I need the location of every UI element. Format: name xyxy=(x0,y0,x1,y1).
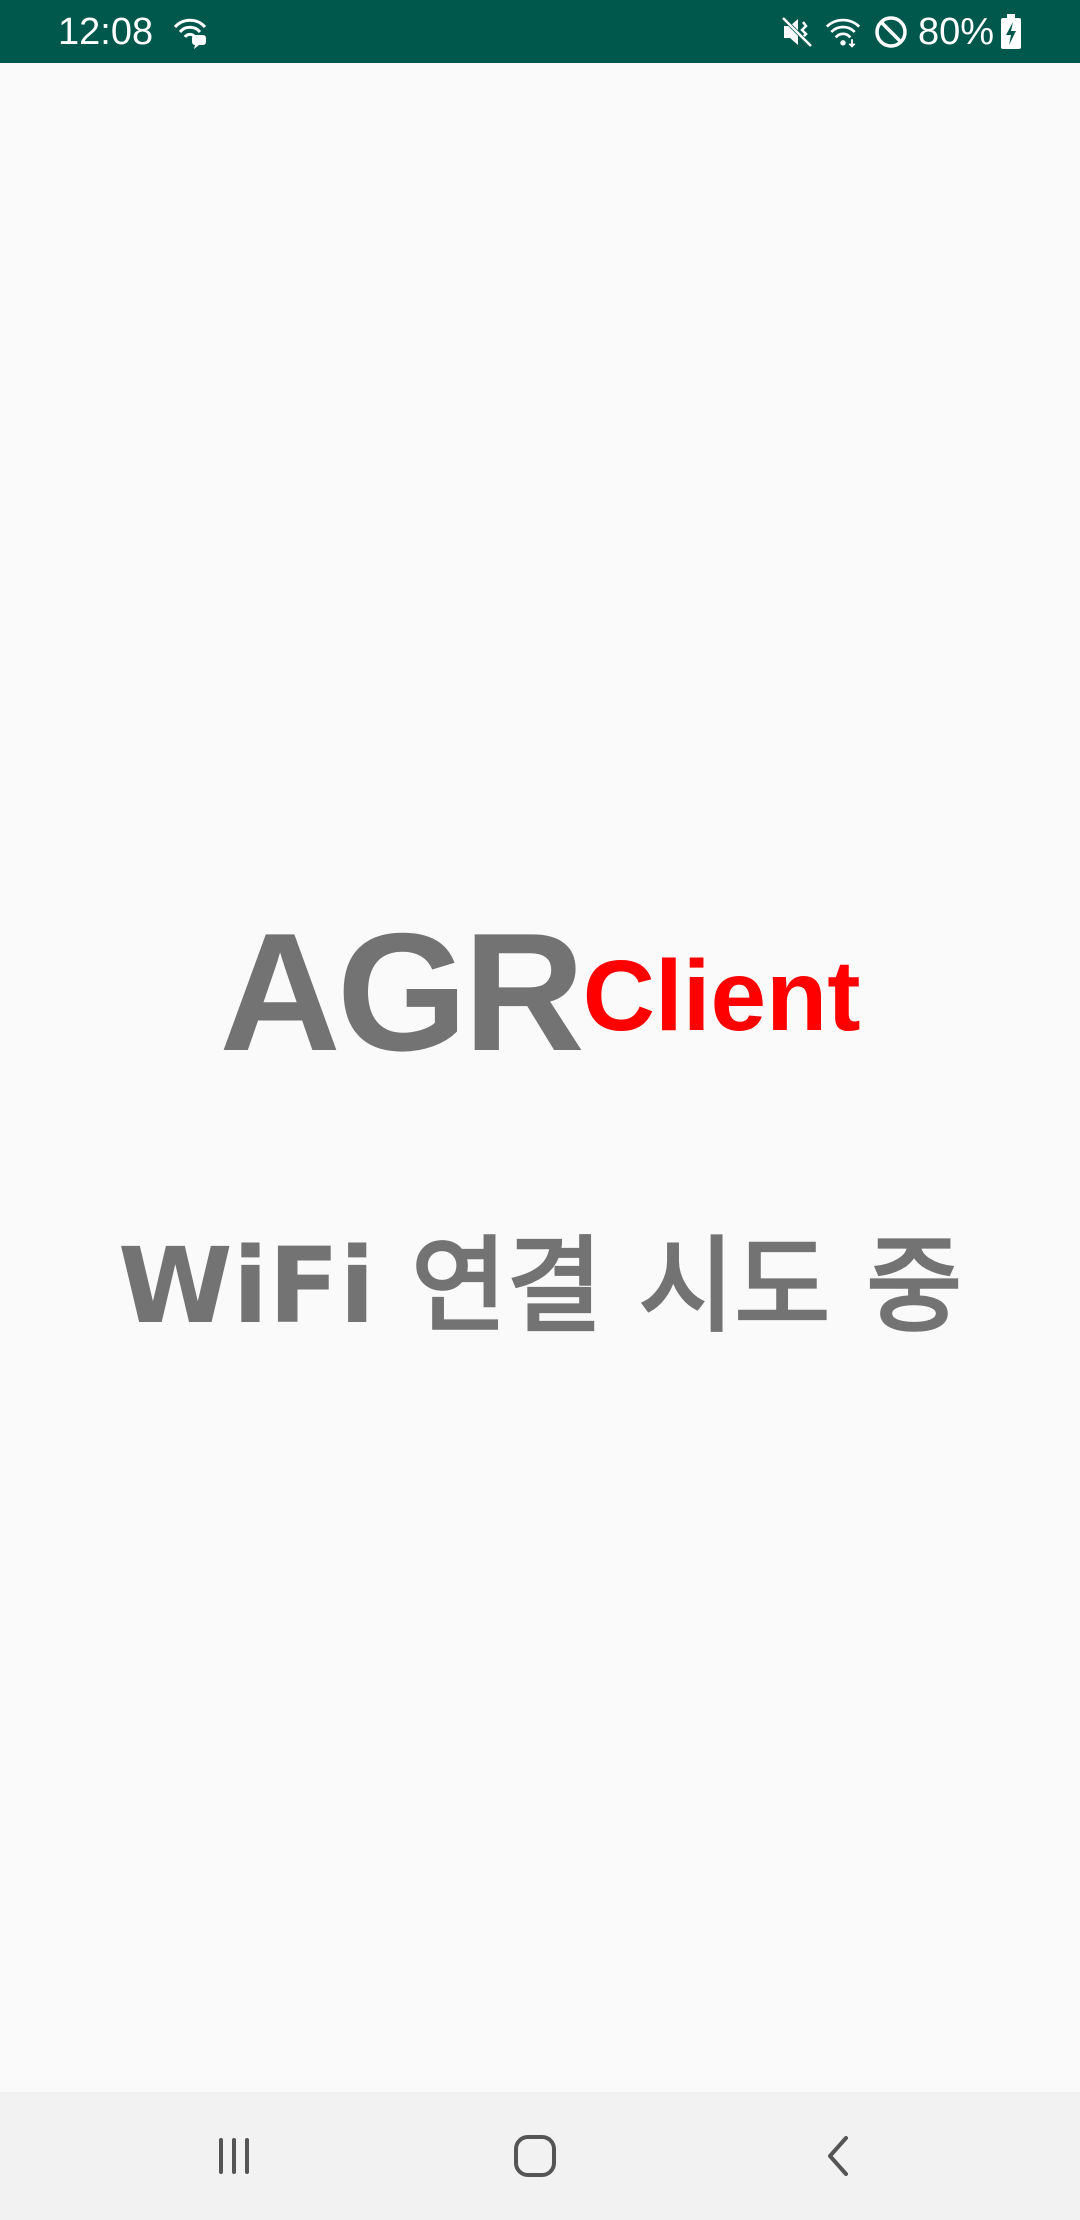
logo-client-text: Client xyxy=(582,940,861,1052)
battery-charging-icon xyxy=(1001,14,1021,49)
chat-wifi-icon xyxy=(173,18,207,49)
navigation-bar xyxy=(0,2092,1080,2220)
mute-vibrate-icon xyxy=(781,16,813,48)
battery-percent: 80% xyxy=(918,11,995,53)
connection-status-message: WiFi 연결 시도 중 xyxy=(117,1225,963,1347)
do-not-disturb-icon xyxy=(875,16,907,48)
screen: 12:08 80% AGRClient WiFi 연결 시도 중 xyxy=(0,0,1080,2220)
main-content: AGRClient WiFi 연결 시도 중 xyxy=(0,63,1080,2092)
back-button[interactable] xyxy=(788,2116,888,2196)
status-bar: 12:08 80% xyxy=(0,0,1080,63)
recent-apps-button[interactable] xyxy=(184,2116,284,2196)
home-button[interactable] xyxy=(485,2116,585,2196)
app-logo: AGRClient xyxy=(0,908,1080,1076)
back-icon xyxy=(828,2136,848,2176)
recent-apps-icon xyxy=(219,2138,249,2174)
logo-agr-text: AGR xyxy=(219,898,584,1086)
wifi-icon xyxy=(825,18,861,48)
status-time: 12:08 xyxy=(58,11,154,53)
home-icon xyxy=(514,2135,556,2177)
